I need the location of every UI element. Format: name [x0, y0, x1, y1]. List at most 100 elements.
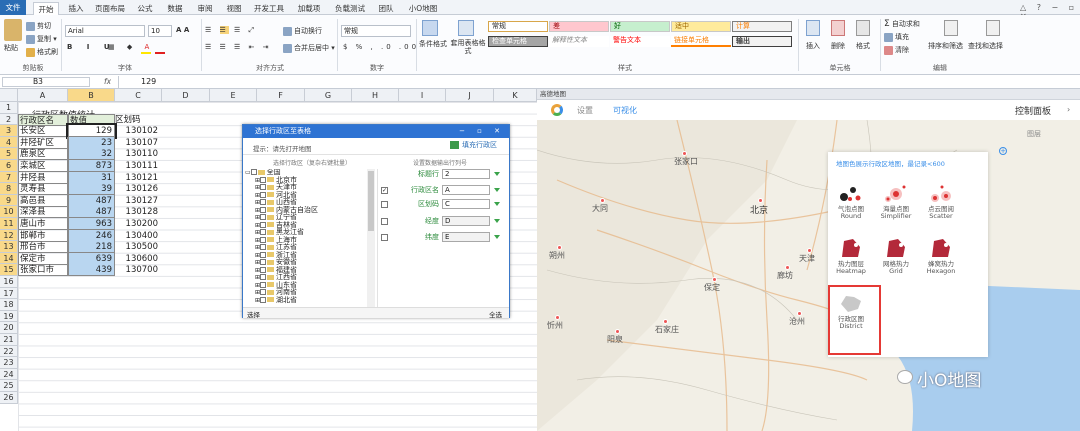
- insert-cells-icon[interactable]: [806, 20, 820, 36]
- table-row-name[interactable]: 深泽县: [18, 206, 68, 219]
- name-box[interactable]: B3: [2, 77, 90, 87]
- align-vertical-buttons[interactable]: ☰ ☰ ☰ ⤢: [205, 26, 257, 35]
- table-row-code[interactable]: 130700: [115, 264, 162, 276]
- column-header-h[interactable]: H: [352, 89, 399, 102]
- format-as-table-button[interactable]: 套用表格格式: [450, 39, 486, 55]
- row-header[interactable]: 16: [0, 276, 18, 288]
- tab-home[interactable]: 开始: [33, 2, 59, 15]
- find-select-button[interactable]: 查找和选择: [968, 41, 1003, 51]
- format-cells-button[interactable]: 格式: [856, 41, 870, 51]
- dropdown-triangle-icon[interactable]: [494, 235, 500, 239]
- style-output[interactable]: 输出: [732, 36, 792, 47]
- tab-addins[interactable]: 加载项: [294, 2, 324, 15]
- dialog-window-controls[interactable]: − ▫ ✕: [459, 125, 505, 138]
- formula-input[interactable]: 129: [118, 76, 1078, 88]
- table-row-value[interactable]: 963: [68, 218, 115, 230]
- style-linked-cell[interactable]: 链接单元格: [671, 36, 731, 47]
- row-header[interactable]: 3: [0, 125, 18, 137]
- table-row-value[interactable]: 487: [68, 206, 115, 219]
- table-row-name[interactable]: 栾城区: [18, 160, 68, 172]
- table-row-code[interactable]: 130121: [115, 172, 162, 184]
- field-select[interactable]: E: [442, 232, 490, 242]
- checkbox[interactable]: [260, 206, 267, 213]
- row-header[interactable]: 1: [0, 102, 18, 114]
- tree-item[interactable]: ⊞ 辽宁省: [245, 213, 373, 222]
- tree-scrollbar[interactable]: [367, 169, 375, 307]
- clear-button[interactable]: 清除: [884, 45, 909, 55]
- row-header[interactable]: 14: [0, 252, 18, 265]
- tree-item[interactable]: ⊞ 安徽省: [245, 258, 373, 267]
- row-header[interactable]: 13: [0, 241, 18, 253]
- table-row-value[interactable]: 246: [68, 229, 115, 242]
- checkbox[interactable]: [260, 266, 267, 273]
- conditional-format-button[interactable]: 条件格式: [419, 39, 447, 49]
- number-format-combo[interactable]: 常规: [341, 25, 411, 37]
- row-header[interactable]: 19: [0, 310, 18, 323]
- tree-item[interactable]: ⊞ 江西省: [245, 273, 373, 282]
- table-row-name[interactable]: 邢台市: [18, 241, 68, 254]
- tab-data[interactable]: 数据: [163, 2, 187, 15]
- viz-option-round[interactable]: 气泡点图 Round: [833, 182, 869, 220]
- delete-cells-button[interactable]: 删除: [831, 41, 845, 51]
- style-bad[interactable]: 差: [549, 21, 609, 32]
- column-header-k[interactable]: K: [494, 89, 537, 102]
- checkbox[interactable]: [260, 184, 267, 190]
- table-row-name[interactable]: 保定市: [18, 252, 68, 265]
- checkbox[interactable]: [260, 229, 267, 235]
- table-row-code[interactable]: 130110: [115, 148, 162, 160]
- table-row-code[interactable]: 130127: [115, 195, 162, 207]
- merge-center-button[interactable]: 合并后居中 ▾: [283, 43, 335, 53]
- style-good[interactable]: 好: [610, 21, 670, 32]
- checkbox[interactable]: [260, 199, 267, 205]
- checkbox[interactable]: [260, 289, 267, 295]
- style-calculation[interactable]: 计算: [732, 21, 792, 32]
- add-layer-icon[interactable]: +: [999, 147, 1007, 155]
- table-row-value[interactable]: 218: [68, 241, 115, 254]
- table-row-name[interactable]: 灵寿县: [18, 183, 68, 196]
- tab-review[interactable]: 审阅: [193, 2, 217, 15]
- row-header[interactable]: 11: [0, 218, 18, 230]
- cut-button[interactable]: 剪切: [26, 21, 51, 31]
- row-header[interactable]: 6: [0, 160, 18, 172]
- dropdown-triangle-icon[interactable]: [494, 188, 500, 192]
- font-name-combo[interactable]: Arial: [65, 25, 145, 37]
- autosum-button[interactable]: Σ 自动求和: [884, 19, 920, 29]
- tab-insert[interactable]: 插入: [64, 2, 88, 15]
- format-cells-icon[interactable]: [856, 20, 870, 36]
- checkbox[interactable]: [260, 176, 267, 183]
- conditional-format-icon[interactable]: [422, 20, 438, 36]
- checkbox[interactable]: [260, 221, 267, 228]
- tree-item[interactable]: ⊞ 福建省: [245, 266, 373, 275]
- toolbar-settings[interactable]: 设置: [577, 105, 593, 116]
- dropdown-triangle-icon[interactable]: [494, 219, 500, 223]
- control-panel-label[interactable]: 控制面板: [1015, 104, 1051, 117]
- scrollbar-thumb[interactable]: [368, 171, 374, 231]
- tree-item[interactable]: ⊞ 河南省: [245, 288, 373, 297]
- grow-font-button[interactable]: A A: [176, 26, 189, 34]
- viz-option-simplifier[interactable]: 海量点图 Simplifier: [878, 182, 914, 220]
- tab-xiao-o-map[interactable]: 小O地图: [403, 2, 443, 15]
- field-checkbox[interactable]: [381, 234, 388, 241]
- tree-item[interactable]: ⊞ 山东省: [245, 281, 373, 290]
- field-checkbox[interactable]: [381, 218, 388, 225]
- tree-item[interactable]: ⊞ 河北省: [245, 191, 373, 200]
- table-row-name[interactable]: 高邑县: [18, 194, 68, 207]
- row-header[interactable]: 9: [0, 194, 18, 207]
- tree-item[interactable]: ⊞ 北京市: [245, 176, 373, 185]
- tree-item[interactable]: ⊞ 天津市: [245, 183, 373, 192]
- dropdown-triangle-icon[interactable]: [494, 172, 500, 176]
- column-header-f[interactable]: F: [257, 89, 305, 102]
- paste-button[interactable]: 粘贴: [4, 43, 18, 53]
- table-row-name[interactable]: 唐山市: [18, 218, 68, 230]
- number-format-buttons[interactable]: $ % , .0 .00: [343, 43, 419, 51]
- insert-cells-button[interactable]: 插入: [806, 41, 820, 51]
- border-fill-color-buttons[interactable]: ▦ ◆ A: [108, 43, 154, 51]
- table-row-name[interactable]: 井陉县: [18, 171, 68, 184]
- tree-item[interactable]: ⊞ 内蒙古自治区: [245, 206, 373, 215]
- align-horizontal-buttons[interactable]: ☰ ☰ ☰ ⇤ ⇥: [205, 43, 271, 51]
- column-header-b[interactable]: B: [68, 89, 115, 102]
- row-header[interactable]: 20: [0, 322, 18, 334]
- checkbox[interactable]: [250, 169, 257, 175]
- table-row-value[interactable]: 129: [66, 123, 117, 140]
- table-row-name[interactable]: 长安区: [18, 125, 68, 138]
